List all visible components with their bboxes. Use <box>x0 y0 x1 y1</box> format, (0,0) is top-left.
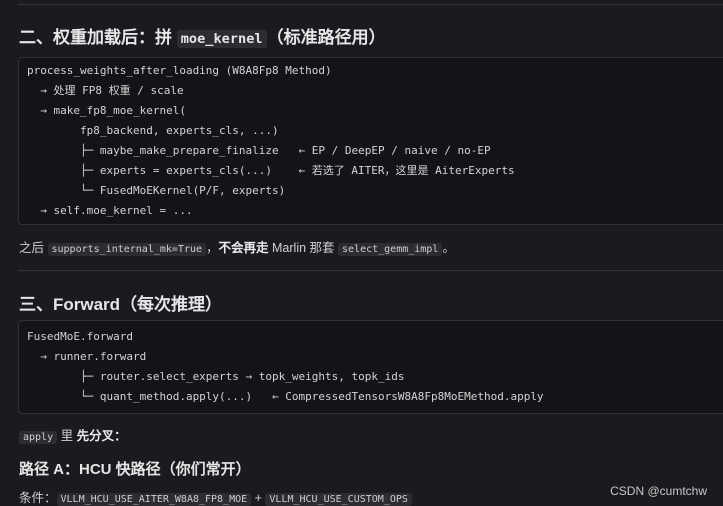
note-text: Marlin 那套 <box>268 241 335 255</box>
condition-plus: + <box>251 491 266 505</box>
apply-text: 里 <box>60 429 74 443</box>
divider-top <box>18 4 723 5</box>
code-line: └─ FusedMoEKernel(P/F, experts) <box>27 184 286 197</box>
note-bold: 不会再走 <box>218 241 269 255</box>
code-line: → runner.forward <box>27 350 147 363</box>
code-line: ├─ experts = experts_cls(...) ← 若选了 AITE… <box>27 164 515 177</box>
inline-code: select_gemm_impl <box>338 243 443 256</box>
note-paragraph: 之后 supports_internal_mk=True ，不会再走 Marlin… <box>19 237 455 256</box>
inline-code: apply <box>19 431 58 444</box>
code-line: ├─ router.select_experts → topk_weights,… <box>27 370 405 383</box>
note-text: 之后 <box>19 241 45 255</box>
code-line: ├─ maybe_make_prepare_finalize ← EP / De… <box>27 144 491 157</box>
condition-label: 条件： <box>19 491 57 505</box>
code-line: FusedMoE.forward <box>27 330 133 343</box>
code-line: → make_fp8_moe_kernel( <box>27 104 186 117</box>
code-line: → 处理 FP8 权重 / scale <box>27 84 184 97</box>
code-block-weights[interactable]: process_weights_after_loading (W8A8Fp8 M… <box>18 57 723 225</box>
apply-bold: 先分叉 <box>76 429 115 443</box>
code-line: → self.moe_kernel = ... <box>27 204 193 217</box>
code-block-forward[interactable]: FusedMoE.forward → runner.forward ├─ rou… <box>18 320 723 414</box>
note-text: 。 <box>442 241 455 255</box>
path-a-heading: 路径 A：HCU 快路径（你们常开） <box>19 461 251 478</box>
condition-paragraph: 条件： VLLM_HCU_USE_AITER_W8A8_FP8_MOE + VLL… <box>19 487 412 506</box>
code-line: fp8_backend, experts_cls, ...) <box>27 124 279 137</box>
inline-code: VLLM_HCU_USE_CUSTOM_OPS <box>265 493 412 506</box>
heading-code: moe_kernel <box>176 30 267 48</box>
code-line: └─ quant_method.apply(...) ← CompressedT… <box>27 390 544 403</box>
section-heading-weights: 二、权重加载后：拼 moe_kernel （标准路径用） <box>19 23 386 48</box>
heading-suffix: （标准路径用） <box>266 28 386 47</box>
apply-colon: ： <box>114 429 127 443</box>
apply-paragraph: apply 里 先分叉： <box>19 425 127 444</box>
divider-middle <box>18 270 723 271</box>
watermark: CSDN @cumtchw <box>610 484 707 498</box>
section-heading-forward: 三、Forward（每次推理） <box>19 295 223 314</box>
inline-code: VLLM_HCU_USE_AITER_W8A8_FP8_MOE <box>56 493 252 506</box>
inline-code: supports_internal_mk=True <box>47 243 207 256</box>
code-line: process_weights_after_loading (W8A8Fp8 M… <box>27 64 332 77</box>
heading-text: 二、权重加载后：拼 <box>19 28 172 47</box>
note-text: ， <box>206 241 219 255</box>
